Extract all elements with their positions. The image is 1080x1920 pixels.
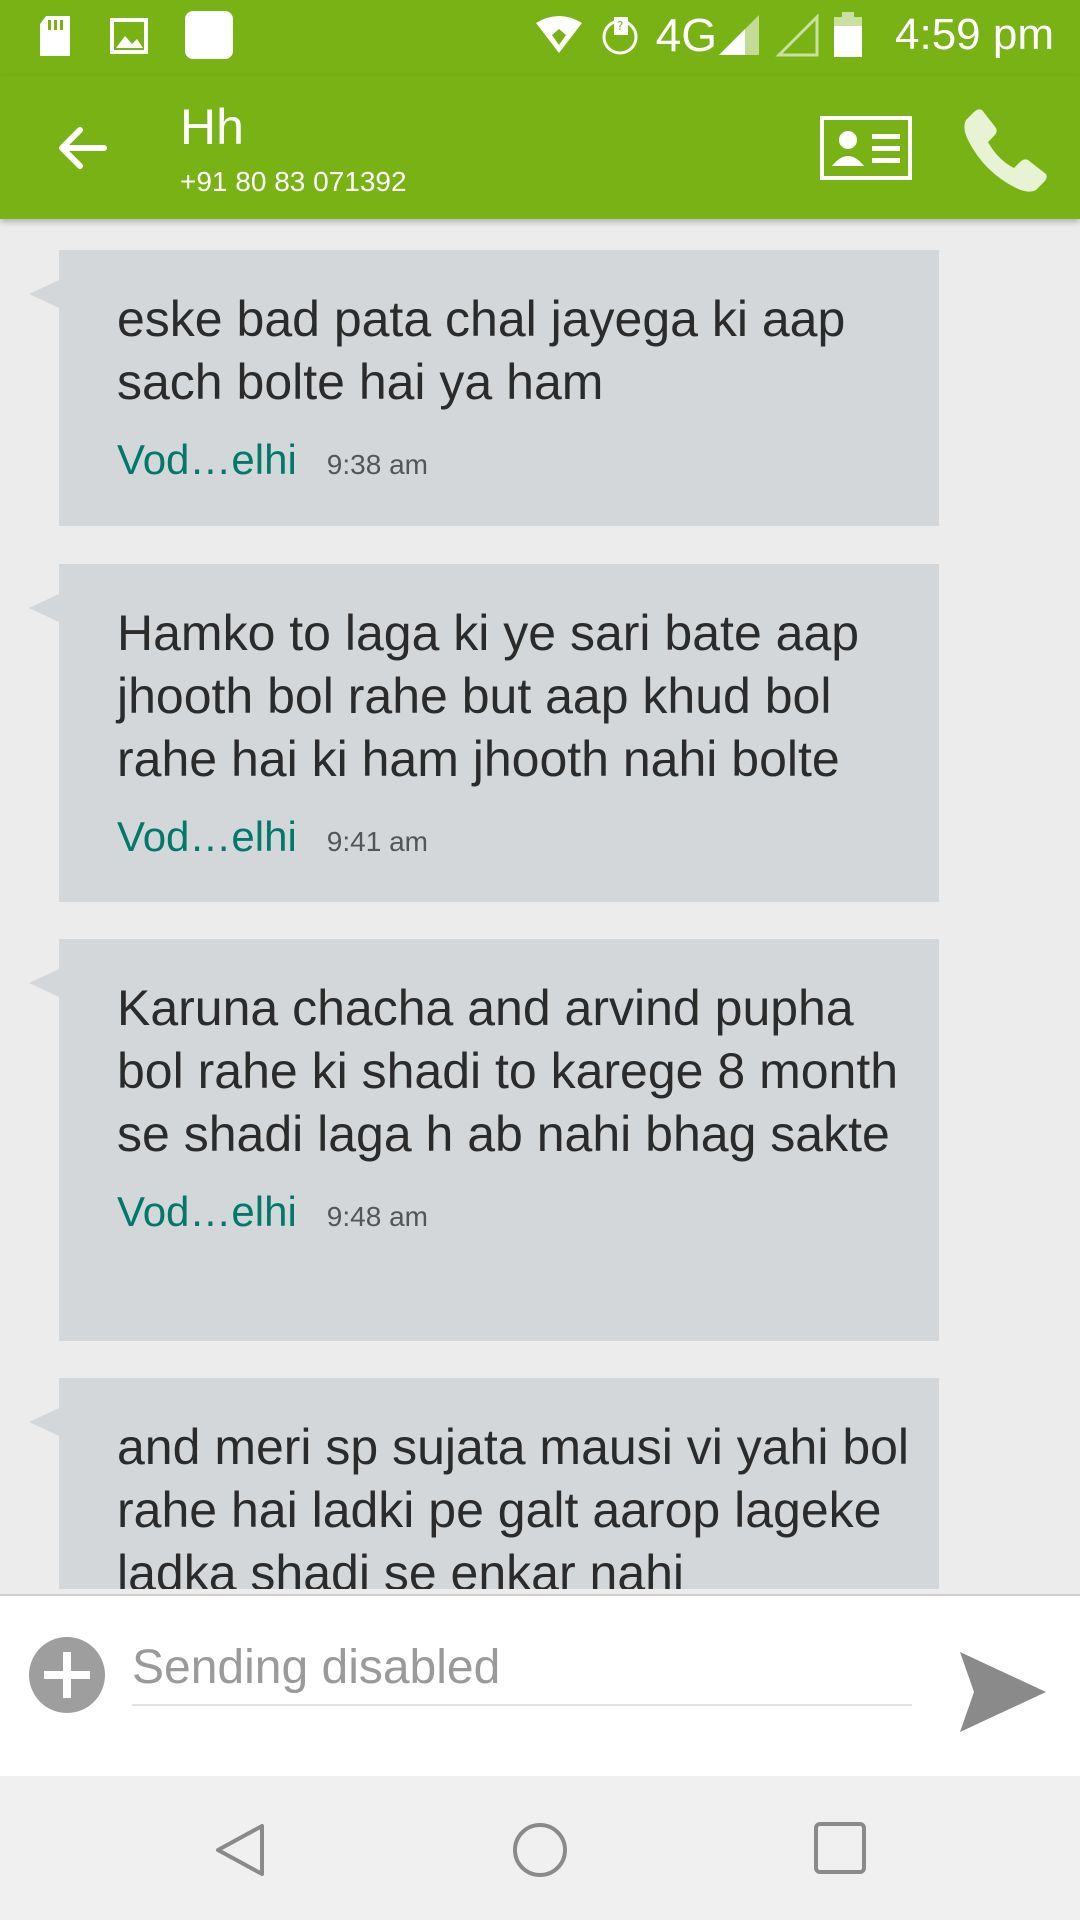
back-arrow-icon[interactable] bbox=[52, 118, 112, 178]
wifi-icon bbox=[535, 16, 582, 53]
message-text: eske bad pata chal jayega ki aap sach bo… bbox=[117, 291, 846, 410]
nav-home-icon[interactable] bbox=[510, 1820, 570, 1880]
message-text: Karuna chacha and arvind pupha bol rahe … bbox=[117, 980, 899, 1162]
app-icon bbox=[185, 11, 233, 59]
signal-empty-icon bbox=[775, 13, 819, 57]
message-sim: Vod…elhi bbox=[117, 1188, 297, 1235]
message-bubble[interactable]: Karuna chacha and arvind pupha bol rahe … bbox=[29, 939, 939, 1341]
message-text: and meri sp sujata mausi vi yahi bol rah… bbox=[117, 1419, 910, 1589]
message-bubble[interactable]: Hamko to laga ki ye sari bate aap jhooth… bbox=[29, 564, 939, 902]
add-attachment-icon[interactable] bbox=[28, 1636, 106, 1714]
data-sync-icon: ? bbox=[602, 17, 638, 55]
message-input[interactable]: Sending disabled bbox=[132, 1632, 912, 1706]
network-type: 4G bbox=[655, 9, 718, 61]
contact-number: +91 80 83 071392 bbox=[180, 166, 407, 197]
message-time: 9:38 am bbox=[326, 449, 428, 480]
status-bar: ? 4G 4:59 pm bbox=[0, 0, 1080, 76]
compose-bar: Sending disabled bbox=[0, 1594, 1080, 1778]
message-bubble[interactable]: and meri sp sujata mausi vi yahi bol rah… bbox=[29, 1378, 939, 1589]
nav-back-icon[interactable] bbox=[210, 1820, 270, 1880]
signal-icon bbox=[719, 15, 760, 55]
battery-icon bbox=[834, 12, 863, 57]
conversation-header: Hh +91 80 83 071392 bbox=[0, 76, 1080, 219]
message-list[interactable]: eske bad pata chal jayega ki aap sach bo… bbox=[0, 219, 1080, 1589]
message-text: Hamko to laga ki ye sari bate aap jhooth… bbox=[117, 605, 860, 787]
svg-text:?: ? bbox=[617, 19, 623, 33]
contact-name: Hh bbox=[180, 99, 244, 155]
system-nav-bar bbox=[0, 1776, 1080, 1920]
contact-card-icon[interactable] bbox=[820, 116, 912, 180]
message-sim: Vod…elhi bbox=[117, 436, 297, 483]
message-time: 9:41 am bbox=[326, 826, 428, 857]
image-icon bbox=[110, 18, 148, 54]
message-bubble[interactable]: eske bad pata chal jayega ki aap sach bo… bbox=[29, 250, 939, 526]
message-time: 9:48 am bbox=[326, 1201, 428, 1232]
send-icon[interactable] bbox=[958, 1650, 1048, 1734]
sd-card-icon bbox=[40, 16, 70, 56]
message-sim: Vod…elhi bbox=[117, 813, 297, 860]
status-time: 4:59 pm bbox=[895, 10, 1054, 59]
nav-recents-icon[interactable] bbox=[812, 1820, 868, 1876]
phone-icon[interactable] bbox=[962, 104, 1052, 194]
